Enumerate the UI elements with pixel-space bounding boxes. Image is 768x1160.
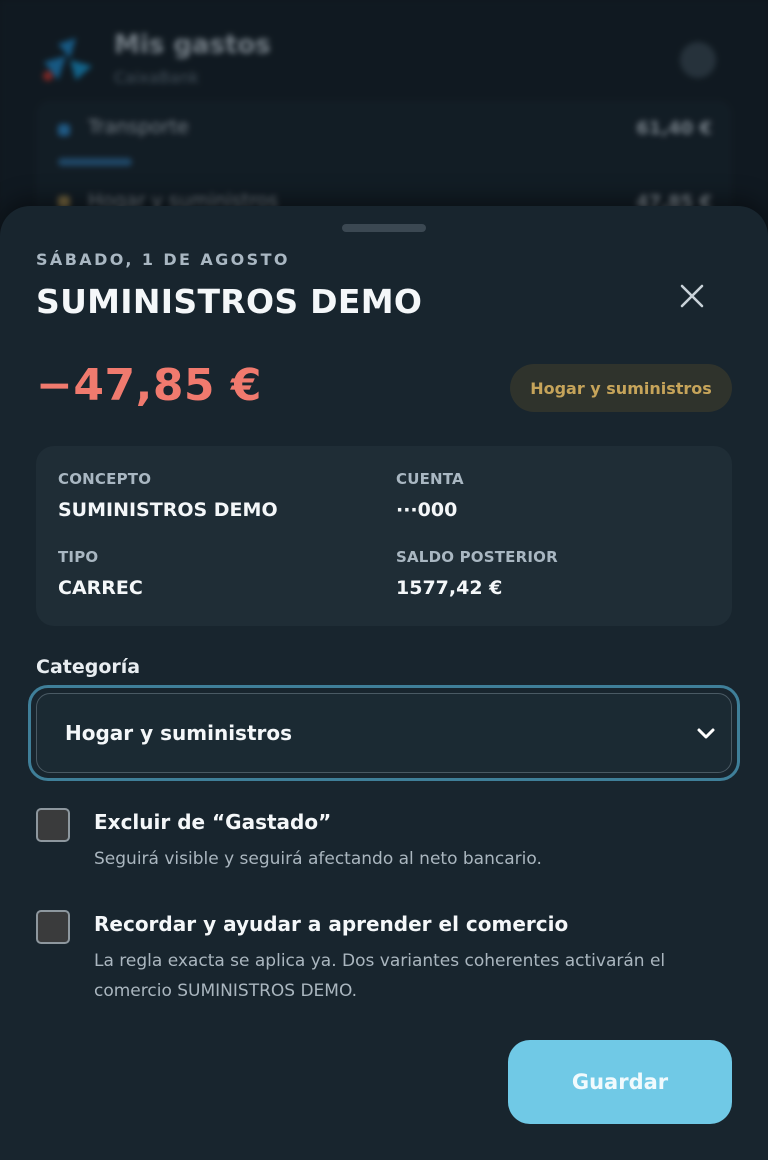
saldo-label: SALDO POSTERIOR [396, 548, 558, 566]
exclude-option-description: Seguirá visible y seguirá afectando al n… [94, 849, 542, 869]
transaction-amount: −47,85 € [36, 360, 262, 411]
remember-merchant-checkbox[interactable] [36, 910, 70, 944]
category-select-focus-ring: Hogar y suministros [28, 685, 740, 781]
cuenta-label: CUENTA [396, 470, 464, 488]
tipo-label: TIPO [58, 548, 99, 566]
transaction-title: SUMINISTROS DEMO [36, 282, 423, 321]
category-dot-icon [58, 124, 70, 136]
transaction-detail-sheet: SÁBADO, 1 DE AGOSTO SUMINISTROS DEMO −47… [0, 206, 768, 1160]
remember-option-title: Recordar y ayudar a aprender el comercio [94, 912, 569, 936]
category-badge: Hogar y suministros [510, 364, 732, 412]
remember-option-description: La regla exacta se aplica ya. Dos varian… [94, 951, 666, 1001]
category-select[interactable]: Hogar y suministros [36, 693, 732, 773]
exclude-checkbox[interactable] [36, 808, 70, 842]
concepto-label: CONCEPTO [58, 470, 152, 488]
tipo-value: CARREC [58, 577, 143, 599]
background-progress-bar [58, 158, 132, 166]
category-select-value: Hogar y suministros [65, 721, 293, 745]
save-button[interactable]: Guardar [508, 1040, 732, 1124]
background-row-label: Transporte [88, 116, 189, 138]
category-field-label: Categoría [36, 656, 141, 678]
sheet-drag-handle[interactable] [342, 224, 426, 232]
saldo-value: 1577,42 € [396, 577, 503, 599]
chevron-down-icon [697, 728, 715, 739]
transaction-date: SÁBADO, 1 DE AGOSTO [36, 250, 290, 269]
close-button[interactable] [668, 272, 716, 320]
concepto-value: SUMINISTROS DEMO [58, 499, 278, 521]
caixabank-logo-icon [43, 38, 92, 81]
background-title: Mis gastos [114, 30, 271, 60]
exclude-option-title: Excluir de “Gastado” [94, 810, 332, 834]
background-subtitle: CaixaBank [114, 68, 199, 87]
background-row-amount: 61,40 € [636, 118, 712, 139]
avatar [680, 42, 716, 78]
cuenta-value: ···000 [396, 499, 458, 521]
transaction-details-card: CONCEPTO SUMINISTROS DEMO CUENTA ···000 … [36, 446, 732, 626]
close-icon [680, 284, 704, 308]
